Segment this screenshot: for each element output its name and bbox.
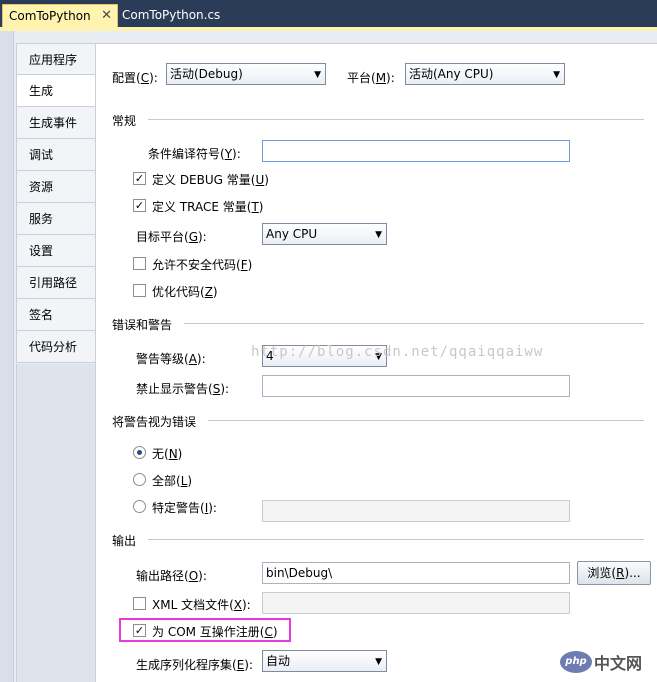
define-trace-checkbox[interactable]: ✓ (133, 199, 146, 212)
section-treat-warnings-title: 将警告视为错误 (112, 415, 197, 429)
nav-item-debug[interactable]: 调试 (16, 139, 96, 171)
conditional-symbols-input[interactable] (262, 140, 570, 162)
build-page-content: 配置(C): 活动(Debug) ▼ 平台(M): 活动(Any CPU) ▼ … (95, 43, 657, 682)
serialization-label: 生成序列化程序集(E): (136, 658, 254, 672)
tab-label: ComToPython (9, 9, 91, 23)
optimize-checkbox[interactable] (133, 284, 146, 297)
conditional-symbols-label: 条件编译符号(Y): (148, 147, 241, 161)
browse-button[interactable]: 浏览(R)... (577, 561, 651, 585)
nav-item-resources[interactable]: 资源 (16, 171, 96, 203)
target-platform-select[interactable]: Any CPU ▼ (262, 223, 387, 245)
suppress-warnings-input[interactable] (262, 375, 570, 397)
nav-item-services[interactable]: 服务 (16, 203, 96, 235)
tab-comtopython-cs[interactable]: ComToPython.cs (116, 4, 236, 27)
property-page-nav: 应用程序 生成 生成事件 调试 资源 服务 设置 引用路径 签名 代码分析 (16, 43, 97, 363)
section-divider (184, 323, 644, 324)
section-general-title: 常规 (112, 114, 137, 128)
target-platform-label: 目标平台(G): (136, 230, 207, 244)
output-path-label: 输出路径(O): (136, 569, 207, 583)
define-debug-checkbox[interactable]: ✓ (133, 172, 146, 185)
section-divider (148, 119, 644, 120)
xml-doc-checkbox[interactable] (133, 597, 146, 610)
treat-specific-radio[interactable] (133, 500, 146, 513)
site-brand-logo: php 中文网 (560, 645, 642, 679)
tab-label: ComToPython.cs (122, 8, 221, 22)
watermark-text: http://blog.csdn.net/qqaiqqaiww (251, 344, 544, 360)
xml-doc-path-input[interactable] (262, 592, 570, 614)
nav-item-reference-paths[interactable]: 引用路径 (16, 267, 96, 299)
treat-specific-label: 特定警告(I): (152, 501, 217, 515)
nav-item-code-analysis[interactable]: 代码分析 (16, 331, 96, 363)
nav-fill (16, 364, 96, 682)
document-tab-strip: ComToPython ✕ ComToPython.cs (0, 0, 657, 31)
brand-text: 中文网 (594, 654, 643, 673)
nav-item-build[interactable]: 生成 (16, 75, 97, 107)
close-icon[interactable]: ✕ (101, 5, 112, 27)
warning-level-label: 警告等级(A): (136, 352, 206, 366)
dropdown-arrow-icon: ▼ (375, 230, 382, 240)
left-rail (0, 31, 14, 682)
config-value: 活动(Debug) (170, 67, 243, 81)
dropdown-arrow-icon: ▼ (314, 70, 321, 80)
xml-doc-label: XML 文档文件(X): (152, 598, 251, 612)
specific-warnings-input[interactable] (262, 500, 570, 522)
platform-select[interactable]: 活动(Any CPU) ▼ (405, 63, 565, 85)
dropdown-arrow-icon: ▼ (375, 657, 382, 667)
radio-dot-icon (137, 450, 142, 455)
tab-comtopython[interactable]: ComToPython ✕ (2, 4, 118, 27)
treat-all-radio[interactable] (133, 473, 146, 486)
project-properties-window: 应用程序 生成 生成事件 调试 资源 服务 设置 引用路径 签名 代码分析 配置… (0, 31, 657, 682)
nav-item-signing[interactable]: 签名 (16, 299, 96, 331)
section-errors-title: 错误和警告 (112, 318, 173, 332)
optimize-label: 优化代码(Z) (152, 285, 218, 299)
allow-unsafe-label: 允许不安全代码(F) (152, 258, 253, 272)
com-interop-checkbox[interactable]: ✓ (133, 624, 146, 637)
treat-none-radio[interactable] (133, 446, 146, 459)
config-label: 配置(C): (112, 71, 158, 85)
output-path-input[interactable]: bin\Debug\ (262, 562, 570, 584)
nav-item-build-events[interactable]: 生成事件 (16, 107, 96, 139)
serialization-value: 自动 (266, 654, 291, 668)
platform-value: 活动(Any CPU) (409, 67, 494, 81)
define-trace-label: 定义 TRACE 常量(T) (152, 200, 264, 214)
treat-all-label: 全部(L) (152, 474, 193, 488)
target-platform-value: Any CPU (266, 227, 318, 241)
config-select[interactable]: 活动(Debug) ▼ (166, 63, 326, 85)
section-output-title: 输出 (112, 534, 137, 548)
nav-item-application[interactable]: 应用程序 (16, 43, 96, 75)
treat-none-label: 无(N) (152, 447, 183, 461)
allow-unsafe-checkbox[interactable] (133, 257, 146, 270)
platform-label: 平台(M): (347, 71, 395, 85)
nav-item-settings[interactable]: 设置 (16, 235, 96, 267)
section-divider (148, 539, 644, 540)
section-divider (208, 420, 644, 421)
suppress-warnings-label: 禁止显示警告(S): (136, 382, 230, 396)
define-debug-label: 定义 DEBUG 常量(U) (152, 173, 269, 187)
php-logo: php (560, 651, 592, 673)
com-interop-label: 为 COM 互操作注册(C) (152, 625, 278, 639)
serialization-select[interactable]: 自动 ▼ (262, 650, 387, 672)
dropdown-arrow-icon: ▼ (553, 70, 560, 80)
